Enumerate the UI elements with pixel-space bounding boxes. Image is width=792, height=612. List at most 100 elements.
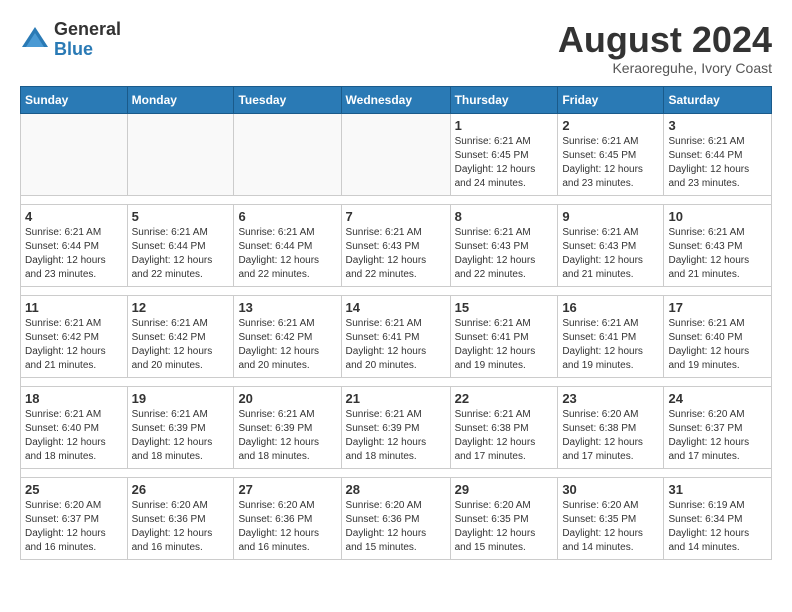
week-separator [21, 377, 772, 386]
calendar-week-row: 11 Sunrise: 6:21 AM Sunset: 6:42 PM Dayli… [21, 295, 772, 377]
calendar-week-row: 1 Sunrise: 6:21 AM Sunset: 6:45 PM Daylig… [21, 113, 772, 195]
day-number: 11 [25, 300, 123, 315]
day-number: 14 [346, 300, 446, 315]
day-info: Sunrise: 6:21 AM Sunset: 6:41 PM Dayligh… [455, 317, 554, 373]
day-info: Sunrise: 6:20 AM Sunset: 6:36 PM Dayligh… [132, 499, 230, 555]
calendar-cell: 17 Sunrise: 6:21 AM Sunset: 6:40 PM Dayli… [664, 295, 772, 377]
weekday-header-wednesday: Wednesday [341, 86, 450, 113]
day-number: 7 [346, 209, 446, 224]
calendar-cell: 27Sunrise: 6:20 AM Sunset: 6:36 PM Dayli… [234, 477, 341, 559]
day-info: Sunrise: 6:21 AM Sunset: 6:39 PM Dayligh… [238, 408, 336, 464]
title-block: August 2024 Keraoreguhe, Ivory Coast [558, 20, 772, 76]
day-info: Sunrise: 6:20 AM Sunset: 6:36 PM Dayligh… [346, 499, 446, 555]
logo: General Blue [20, 20, 121, 60]
day-info: Sunrise: 6:21 AM Sunset: 6:43 PM Dayligh… [455, 226, 554, 282]
day-info: Sunrise: 6:21 AM Sunset: 6:45 PM Dayligh… [455, 135, 554, 191]
calendar-cell [21, 113, 128, 195]
day-info: Sunrise: 6:20 AM Sunset: 6:37 PM Dayligh… [668, 408, 767, 464]
day-number: 16 [562, 300, 659, 315]
day-number: 12 [132, 300, 230, 315]
calendar-cell: 30 Sunrise: 6:20 AM Sunset: 6:35 PM Dayli… [558, 477, 664, 559]
day-info: Sunrise: 6:21 AM Sunset: 6:42 PM Dayligh… [132, 317, 230, 373]
calendar-week-row: 18 Sunrise: 6:21 AM Sunset: 6:40 PM Dayli… [21, 386, 772, 468]
calendar-cell: 19 Sunrise: 6:21 AM Sunset: 6:39 PM Dayli… [127, 386, 234, 468]
calendar-cell: 24Sunrise: 6:20 AM Sunset: 6:37 PM Dayli… [664, 386, 772, 468]
logo-icon [20, 25, 50, 55]
weekday-header-tuesday: Tuesday [234, 86, 341, 113]
calendar-cell: 7 Sunrise: 6:21 AM Sunset: 6:43 PM Daylig… [341, 204, 450, 286]
calendar-cell: 10 Sunrise: 6:21 AM Sunset: 6:43 PM Dayli… [664, 204, 772, 286]
calendar-cell: 16Sunrise: 6:21 AM Sunset: 6:41 PM Dayli… [558, 295, 664, 377]
day-info: Sunrise: 6:21 AM Sunset: 6:43 PM Dayligh… [562, 226, 659, 282]
calendar-cell: 28 Sunrise: 6:20 AM Sunset: 6:36 PM Dayli… [341, 477, 450, 559]
day-info: Sunrise: 6:21 AM Sunset: 6:43 PM Dayligh… [668, 226, 767, 282]
day-number: 18 [25, 391, 123, 406]
separator-cell [21, 286, 772, 295]
day-info: Sunrise: 6:21 AM Sunset: 6:44 PM Dayligh… [132, 226, 230, 282]
day-number: 21 [346, 391, 446, 406]
day-info: Sunrise: 6:21 AM Sunset: 6:41 PM Dayligh… [346, 317, 446, 373]
day-info: Sunrise: 6:21 AM Sunset: 6:44 PM Dayligh… [25, 226, 123, 282]
day-info: Sunrise: 6:21 AM Sunset: 6:39 PM Dayligh… [132, 408, 230, 464]
calendar-cell: 11Sunrise: 6:21 AM Sunset: 6:42 PM Dayli… [21, 295, 128, 377]
day-number: 19 [132, 391, 230, 406]
weekday-header-saturday: Saturday [664, 86, 772, 113]
weekday-header-sunday: Sunday [21, 86, 128, 113]
calendar-cell: 2Sunrise: 6:21 AM Sunset: 6:45 PM Daylig… [558, 113, 664, 195]
calendar-cell [127, 113, 234, 195]
week-separator [21, 468, 772, 477]
day-info: Sunrise: 6:21 AM Sunset: 6:42 PM Dayligh… [238, 317, 336, 373]
separator-cell [21, 377, 772, 386]
calendar-cell: 3Sunrise: 6:21 AM Sunset: 6:44 PM Daylig… [664, 113, 772, 195]
calendar-cell: 14 Sunrise: 6:21 AM Sunset: 6:41 PM Dayli… [341, 295, 450, 377]
day-number: 22 [455, 391, 554, 406]
day-info: Sunrise: 6:21 AM Sunset: 6:40 PM Dayligh… [668, 317, 767, 373]
page-header: General Blue August 2024 Keraoreguhe, Iv… [20, 20, 772, 76]
calendar-cell [234, 113, 341, 195]
calendar-cell: 26Sunrise: 6:20 AM Sunset: 6:36 PM Dayli… [127, 477, 234, 559]
day-number: 25 [25, 482, 123, 497]
calendar-cell: 31Sunrise: 6:19 AM Sunset: 6:34 PM Dayli… [664, 477, 772, 559]
calendar-cell: 20 Sunrise: 6:21 AM Sunset: 6:39 PM Dayli… [234, 386, 341, 468]
week-separator [21, 195, 772, 204]
calendar-cell: 1 Sunrise: 6:21 AM Sunset: 6:45 PM Daylig… [450, 113, 558, 195]
day-info: Sunrise: 6:21 AM Sunset: 6:45 PM Dayligh… [562, 135, 659, 191]
month-year-title: August 2024 [558, 20, 772, 60]
week-separator [21, 286, 772, 295]
weekday-header-thursday: Thursday [450, 86, 558, 113]
location-subtitle: Keraoreguhe, Ivory Coast [558, 60, 772, 76]
day-info: Sunrise: 6:20 AM Sunset: 6:37 PM Dayligh… [25, 499, 123, 555]
day-info: Sunrise: 6:20 AM Sunset: 6:35 PM Dayligh… [455, 499, 554, 555]
day-info: Sunrise: 6:21 AM Sunset: 6:38 PM Dayligh… [455, 408, 554, 464]
separator-cell [21, 468, 772, 477]
day-info: Sunrise: 6:19 AM Sunset: 6:34 PM Dayligh… [668, 499, 767, 555]
calendar-week-row: 25 Sunrise: 6:20 AM Sunset: 6:37 PM Dayli… [21, 477, 772, 559]
calendar-cell: 21Sunrise: 6:21 AM Sunset: 6:39 PM Dayli… [341, 386, 450, 468]
calendar-cell: 4Sunrise: 6:21 AM Sunset: 6:44 PM Daylig… [21, 204, 128, 286]
calendar-cell [341, 113, 450, 195]
day-info: Sunrise: 6:21 AM Sunset: 6:43 PM Dayligh… [346, 226, 446, 282]
day-number: 6 [238, 209, 336, 224]
day-number: 10 [668, 209, 767, 224]
day-info: Sunrise: 6:20 AM Sunset: 6:35 PM Dayligh… [562, 499, 659, 555]
day-info: Sunrise: 6:21 AM Sunset: 6:40 PM Dayligh… [25, 408, 123, 464]
calendar-cell: 8 Sunrise: 6:21 AM Sunset: 6:43 PM Daylig… [450, 204, 558, 286]
day-number: 20 [238, 391, 336, 406]
day-number: 15 [455, 300, 554, 315]
calendar-cell: 15 Sunrise: 6:21 AM Sunset: 6:41 PM Dayli… [450, 295, 558, 377]
day-number: 8 [455, 209, 554, 224]
day-number: 17 [668, 300, 767, 315]
day-number: 9 [562, 209, 659, 224]
day-number: 28 [346, 482, 446, 497]
calendar-cell: 9 Sunrise: 6:21 AM Sunset: 6:43 PM Daylig… [558, 204, 664, 286]
weekday-header-row: SundayMondayTuesdayWednesdayThursdayFrid… [21, 86, 772, 113]
logo-general-text: General [54, 20, 121, 40]
day-number: 30 [562, 482, 659, 497]
calendar-cell: 13Sunrise: 6:21 AM Sunset: 6:42 PM Dayli… [234, 295, 341, 377]
calendar-cell: 18 Sunrise: 6:21 AM Sunset: 6:40 PM Dayli… [21, 386, 128, 468]
weekday-header-friday: Friday [558, 86, 664, 113]
logo-blue-text: Blue [54, 40, 121, 60]
day-number: 29 [455, 482, 554, 497]
logo-text: General Blue [54, 20, 121, 60]
day-number: 1 [455, 118, 554, 133]
